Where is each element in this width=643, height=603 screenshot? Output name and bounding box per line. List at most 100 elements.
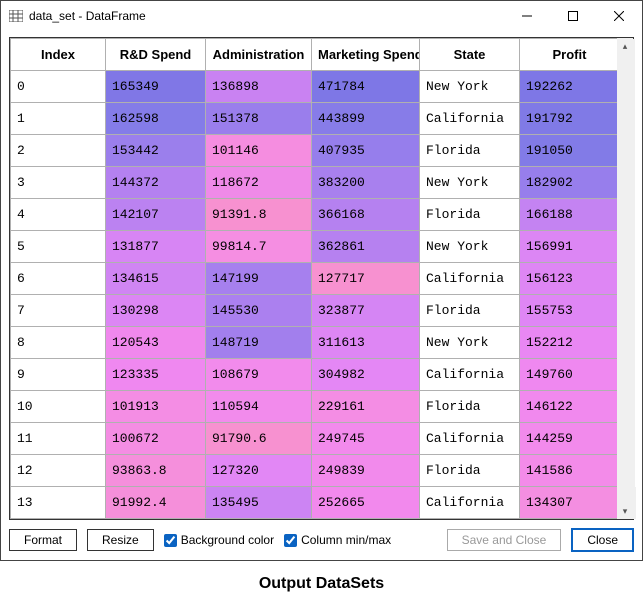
- cell-mkt[interactable]: 443899: [312, 103, 420, 135]
- cell-state[interactable]: New York: [420, 231, 520, 263]
- minimize-button[interactable]: [504, 1, 550, 31]
- cell-mkt[interactable]: 311613: [312, 327, 420, 359]
- cell-index[interactable]: 13: [11, 487, 106, 519]
- cell-admin[interactable]: 151378: [206, 103, 312, 135]
- cell-index[interactable]: 12: [11, 455, 106, 487]
- table-row[interactable]: 9123335108679304982California149760: [11, 359, 636, 391]
- cell-index[interactable]: 0: [11, 71, 106, 103]
- col-mkt[interactable]: Marketing Spend: [312, 39, 420, 71]
- cell-state[interactable]: California: [420, 263, 520, 295]
- cell-profit[interactable]: 155753: [520, 295, 620, 327]
- cell-mkt[interactable]: 471784: [312, 71, 420, 103]
- table-row[interactable]: 1162598151378443899California191792: [11, 103, 636, 135]
- table-row[interactable]: 3144372118672383200New York182902: [11, 167, 636, 199]
- cell-admin[interactable]: 99814.7: [206, 231, 312, 263]
- cell-profit[interactable]: 141586: [520, 455, 620, 487]
- cell-rd[interactable]: 153442: [106, 135, 206, 167]
- table-row[interactable]: 1293863.8127320249839Florida141586: [11, 455, 636, 487]
- cell-profit[interactable]: 191050: [520, 135, 620, 167]
- cell-admin[interactable]: 147199: [206, 263, 312, 295]
- cell-rd[interactable]: 100672: [106, 423, 206, 455]
- cell-rd[interactable]: 165349: [106, 71, 206, 103]
- cell-admin[interactable]: 135495: [206, 487, 312, 519]
- cell-mkt[interactable]: 323877: [312, 295, 420, 327]
- cell-index[interactable]: 10: [11, 391, 106, 423]
- cell-rd[interactable]: 130298: [106, 295, 206, 327]
- cell-state[interactable]: California: [420, 359, 520, 391]
- col-rd[interactable]: R&D Spend: [106, 39, 206, 71]
- cell-profit[interactable]: 166188: [520, 199, 620, 231]
- cell-state[interactable]: Florida: [420, 455, 520, 487]
- cell-admin[interactable]: 110594: [206, 391, 312, 423]
- cell-admin[interactable]: 118672: [206, 167, 312, 199]
- table-row[interactable]: 1391992.4135495252665California134307: [11, 487, 636, 519]
- cell-rd[interactable]: 123335: [106, 359, 206, 391]
- cell-rd[interactable]: 91992.4: [106, 487, 206, 519]
- table-row[interactable]: 414210791391.8366168Florida166188: [11, 199, 636, 231]
- cell-rd[interactable]: 93863.8: [106, 455, 206, 487]
- cell-profit[interactable]: 156123: [520, 263, 620, 295]
- cell-index[interactable]: 5: [11, 231, 106, 263]
- table-row[interactable]: 1110067291790.6249745California144259: [11, 423, 636, 455]
- save-close-button[interactable]: Save and Close: [447, 529, 562, 551]
- table-row[interactable]: 10101913110594229161Florida146122: [11, 391, 636, 423]
- scroll-down-icon[interactable]: ▾: [617, 503, 633, 519]
- cell-rd[interactable]: 120543: [106, 327, 206, 359]
- col-index[interactable]: Index: [11, 39, 106, 71]
- cell-state[interactable]: California: [420, 103, 520, 135]
- resize-button[interactable]: Resize: [87, 529, 154, 551]
- cell-index[interactable]: 8: [11, 327, 106, 359]
- cell-mkt[interactable]: 229161: [312, 391, 420, 423]
- cell-mkt[interactable]: 252665: [312, 487, 420, 519]
- cell-rd[interactable]: 144372: [106, 167, 206, 199]
- cell-mkt[interactable]: 249745: [312, 423, 420, 455]
- close-dialog-button[interactable]: Close: [571, 528, 634, 552]
- table-row[interactable]: 0165349136898471784New York192262: [11, 71, 636, 103]
- cell-index[interactable]: 2: [11, 135, 106, 167]
- cell-admin[interactable]: 148719: [206, 327, 312, 359]
- cell-state[interactable]: Florida: [420, 135, 520, 167]
- table-row[interactable]: 2153442101146407935Florida191050: [11, 135, 636, 167]
- cell-profit[interactable]: 144259: [520, 423, 620, 455]
- cell-profit[interactable]: 182902: [520, 167, 620, 199]
- cell-rd[interactable]: 131877: [106, 231, 206, 263]
- cell-mkt[interactable]: 304982: [312, 359, 420, 391]
- bgcolor-checkbox-input[interactable]: [164, 534, 177, 547]
- vertical-scrollbar[interactable]: ▴ ▾: [617, 38, 633, 519]
- table-row[interactable]: 6134615147199127717California156123: [11, 263, 636, 295]
- table-row[interactable]: 513187799814.7362861New York156991: [11, 231, 636, 263]
- cell-index[interactable]: 3: [11, 167, 106, 199]
- cell-mkt[interactable]: 362861: [312, 231, 420, 263]
- cell-state[interactable]: California: [420, 423, 520, 455]
- cell-profit[interactable]: 156991: [520, 231, 620, 263]
- cell-admin[interactable]: 145530: [206, 295, 312, 327]
- cell-profit[interactable]: 149760: [520, 359, 620, 391]
- cell-state[interactable]: New York: [420, 167, 520, 199]
- cell-profit[interactable]: 192262: [520, 71, 620, 103]
- cell-state[interactable]: Florida: [420, 391, 520, 423]
- col-state[interactable]: State: [420, 39, 520, 71]
- cell-state[interactable]: New York: [420, 71, 520, 103]
- cell-mkt[interactable]: 407935: [312, 135, 420, 167]
- scroll-up-icon[interactable]: ▴: [617, 38, 633, 54]
- cell-index[interactable]: 4: [11, 199, 106, 231]
- cell-mkt[interactable]: 383200: [312, 167, 420, 199]
- cell-mkt[interactable]: 366168: [312, 199, 420, 231]
- cell-admin[interactable]: 127320: [206, 455, 312, 487]
- cell-mkt[interactable]: 249839: [312, 455, 420, 487]
- titlebar[interactable]: data_set - DataFrame: [1, 1, 642, 31]
- cell-index[interactable]: 11: [11, 423, 106, 455]
- cell-rd[interactable]: 134615: [106, 263, 206, 295]
- cell-admin[interactable]: 136898: [206, 71, 312, 103]
- minmax-checkbox[interactable]: Column min/max: [284, 533, 391, 547]
- format-button[interactable]: Format: [9, 529, 77, 551]
- cell-index[interactable]: 6: [11, 263, 106, 295]
- table-row[interactable]: 8120543148719311613New York152212: [11, 327, 636, 359]
- minmax-checkbox-input[interactable]: [284, 534, 297, 547]
- cell-admin[interactable]: 101146: [206, 135, 312, 167]
- cell-rd[interactable]: 101913: [106, 391, 206, 423]
- cell-admin[interactable]: 108679: [206, 359, 312, 391]
- cell-state[interactable]: New York: [420, 327, 520, 359]
- col-profit[interactable]: Profit: [520, 39, 620, 71]
- bgcolor-checkbox[interactable]: Background color: [164, 533, 274, 547]
